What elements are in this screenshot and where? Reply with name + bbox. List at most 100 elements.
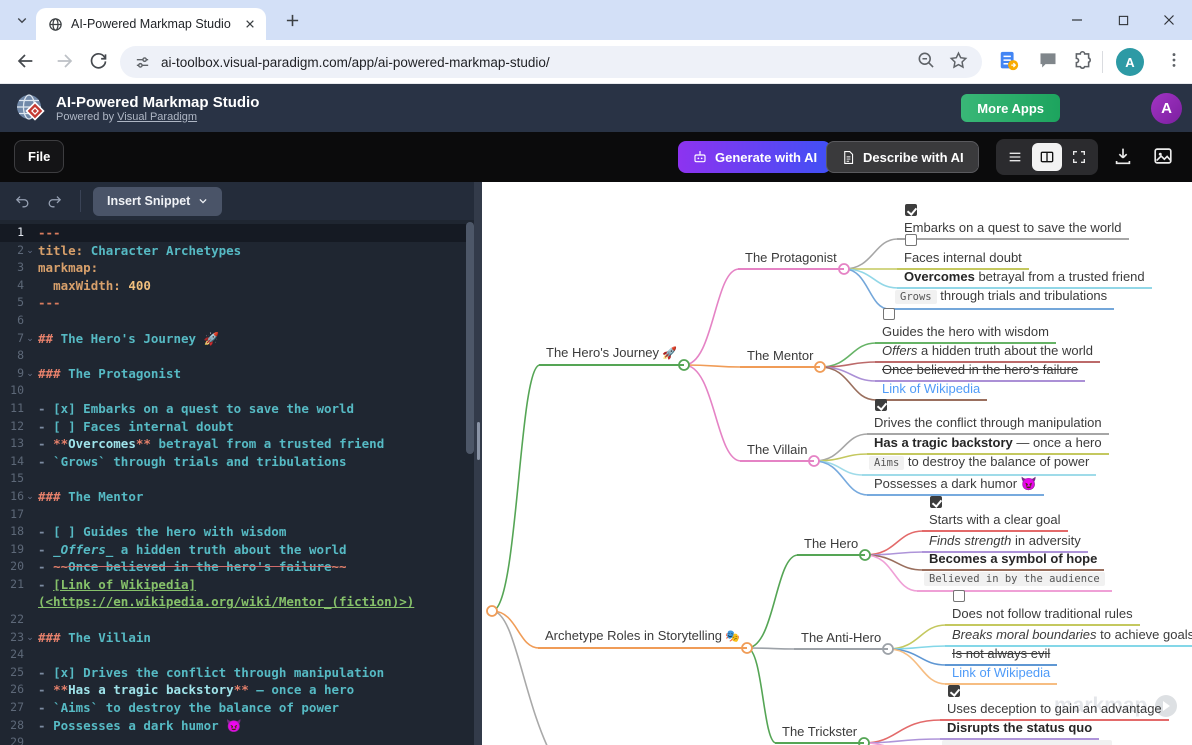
editor-line[interactable]: 9⌄### The Protagonist [0,365,474,383]
file-menu-button[interactable]: File [14,140,64,173]
address-bar[interactable]: ai-toolbox.visual-paradigm.com/app/ai-po… [120,46,982,78]
browser-tab[interactable]: AI-Powered Markmap Studio [36,8,266,40]
divider-handle[interactable] [477,422,480,460]
fold-chevron-icon[interactable]: ⌄ [24,629,36,647]
mindmap-panel[interactable]: markmap The Hero's Journey 🚀The Protagon… [482,182,1192,745]
fold-chevron-icon[interactable]: ⌄ [24,488,36,506]
pane-divider[interactable] [474,182,482,745]
mindmap-branch-node[interactable]: The Anti-Hero [794,629,888,650]
mindmap-leaf-node[interactable]: Link of Wikipedia [945,664,1057,685]
editor-view-button[interactable] [1000,143,1030,171]
scrollbar-thumb[interactable] [466,222,474,454]
site-info-icon[interactable] [134,54,151,71]
editor-line[interactable]: 24 [0,646,474,664]
browser-profile-avatar[interactable]: A [1116,48,1144,76]
mindmap-leaf-node[interactable]: Disrupts the status quo [940,719,1099,740]
checkbox-checked-icon[interactable] [905,204,917,216]
mindmap-leaf-node[interactable]: Offers a hidden truth about the world [875,342,1100,363]
mindmap-leaf-node[interactable]: Starts with a clear goal [922,494,1068,532]
editor-line[interactable]: 10 [0,382,474,400]
mindmap-leaf-node[interactable]: Drives the conflict through manipulation [867,397,1109,435]
editor-line[interactable]: 21- [Link of Wikipedia] [0,576,474,594]
tab-search-button[interactable] [10,10,34,30]
editor-line[interactable]: 5--- [0,294,474,312]
account-avatar[interactable]: A [1151,93,1182,124]
checkbox-checked-icon[interactable] [875,399,887,411]
generate-with-ai-button[interactable]: Generate with AI [678,141,831,173]
window-close-button[interactable] [1146,0,1192,40]
more-apps-button[interactable]: More Apps [961,94,1060,122]
mindmap-leaf-node[interactable]: Has a tragic backstory — once a hero [867,434,1109,455]
mindmap-leaf-node[interactable] [935,740,1119,745]
mindmap-leaf-node[interactable]: Overcomes betrayal from a trusted friend [897,268,1152,289]
editor-line[interactable]: 23⌄### The Villain [0,629,474,647]
comment-icon[interactable] [1038,50,1058,70]
mindmap-branch-node[interactable]: The Mentor [740,347,820,368]
checkbox-unchecked-icon[interactable] [953,590,965,602]
browser-menu-kebab-icon[interactable] [1164,50,1184,70]
mindmap-leaf-node[interactable]: Guides the hero with wisdom [875,306,1056,344]
editor-line[interactable]: 28- Possesses a dark humor 😈 [0,717,474,735]
fold-chevron-icon[interactable]: ⌄ [24,330,36,348]
editor-line[interactable]: 8 [0,347,474,365]
mindmap-leaf-node[interactable]: Does not follow traditional rules [945,588,1140,626]
describe-with-ai-button[interactable]: Describe with AI [826,141,979,173]
mindmap-branch-node[interactable]: The Hero [797,535,865,556]
checkbox-unchecked-icon[interactable] [883,308,895,320]
editor-line[interactable]: (<https://en.wikipedia.org/wiki/Mentor_(… [0,593,474,611]
split-view-button[interactable] [1032,143,1062,171]
mindmap-branch-node[interactable]: The Villain [740,441,814,462]
download-button[interactable] [1112,145,1134,167]
editor-line[interactable]: 3markmap: [0,259,474,277]
editor-body[interactable]: 1---2⌄title: Character Archetypes3markma… [0,220,474,745]
visual-paradigm-link[interactable]: Visual Paradigm [117,111,197,123]
editor-line[interactable]: 1--- [0,224,474,242]
undo-button[interactable] [8,188,36,214]
editor-line[interactable]: 22 [0,611,474,629]
fullscreen-view-button[interactable] [1064,143,1094,171]
back-button[interactable] [14,50,38,74]
editor-line[interactable]: 26- **Has a tragic backstory** — once a … [0,681,474,699]
editor-line[interactable]: 18- [ ] Guides the hero with wisdom [0,523,474,541]
editor-line[interactable]: 13- **Overcomes** betrayal from a truste… [0,435,474,453]
fold-chevron-icon[interactable]: ⌄ [24,242,36,260]
editor-line[interactable]: 17 [0,506,474,524]
mindmap-leaf-node[interactable]: Is not always evil [945,645,1057,666]
editor-line[interactable]: 19- _Offers_ a hidden truth about the wo… [0,541,474,559]
mindmap-leaf-node[interactable]: Aims to destroy the balance of power [862,453,1096,476]
editor-line[interactable]: 25- [x] Drives the conflict through mani… [0,664,474,682]
insert-snippet-button[interactable]: Insert Snippet [93,187,222,216]
editor-line[interactable]: 14- `Grows` through trials and tribulati… [0,453,474,471]
mindmap-leaf-node[interactable]: Breaks moral boundaries to achieve goals [945,626,1192,647]
zoom-out-icon[interactable] [916,50,937,71]
window-maximize-button[interactable] [1100,0,1146,40]
editor-line[interactable]: 6 [0,312,474,330]
editor-line[interactable]: 15 [0,470,474,488]
new-tab-button[interactable] [282,10,302,30]
editor-line[interactable]: 11- [x] Embarks on a quest to save the w… [0,400,474,418]
mindmap-leaf-node[interactable]: Possesses a dark humor 😈 [867,475,1044,496]
checkbox-unchecked-icon[interactable] [905,234,917,246]
reload-button[interactable] [88,50,112,74]
editor-line[interactable]: 29 [0,734,474,745]
redo-button[interactable] [40,188,68,214]
editor-line[interactable]: 12- [ ] Faces internal doubt [0,418,474,436]
export-image-button[interactable] [1152,145,1174,167]
editor-line[interactable]: 27- `Aims` to destroy the balance of pow… [0,699,474,717]
editor-scrollbar[interactable] [466,222,474,745]
editor-line[interactable]: 7⌄## The Hero's Journey 🚀 [0,330,474,348]
checkbox-checked-icon[interactable] [948,685,960,697]
editor-line[interactable]: 4 maxWidth: 400 [0,277,474,295]
editor-line[interactable]: 16⌄### The Mentor [0,488,474,506]
mindmap-branch-node[interactable]: The Hero's Journey 🚀 [539,344,684,366]
bookmark-star-icon[interactable] [948,50,969,71]
mindmap-branch-node[interactable]: Archetype Roles in Storytelling 🎭 [538,627,747,649]
mindmap-leaf-node[interactable]: Once believed in the hero's failure [875,361,1085,382]
mindmap-leaf-node[interactable]: Becomes a symbol of hope [922,550,1104,571]
editor-line[interactable]: 2⌄title: Character Archetypes [0,242,474,260]
mindmap-leaf-node[interactable]: Faces internal doubt [897,232,1029,270]
mindmap-branch-node[interactable]: The Protagonist [738,249,844,270]
forward-button[interactable] [54,50,78,74]
checkbox-checked-icon[interactable] [930,496,942,508]
mindmap-leaf-node[interactable]: Uses deception to gain an advantage [940,683,1169,721]
